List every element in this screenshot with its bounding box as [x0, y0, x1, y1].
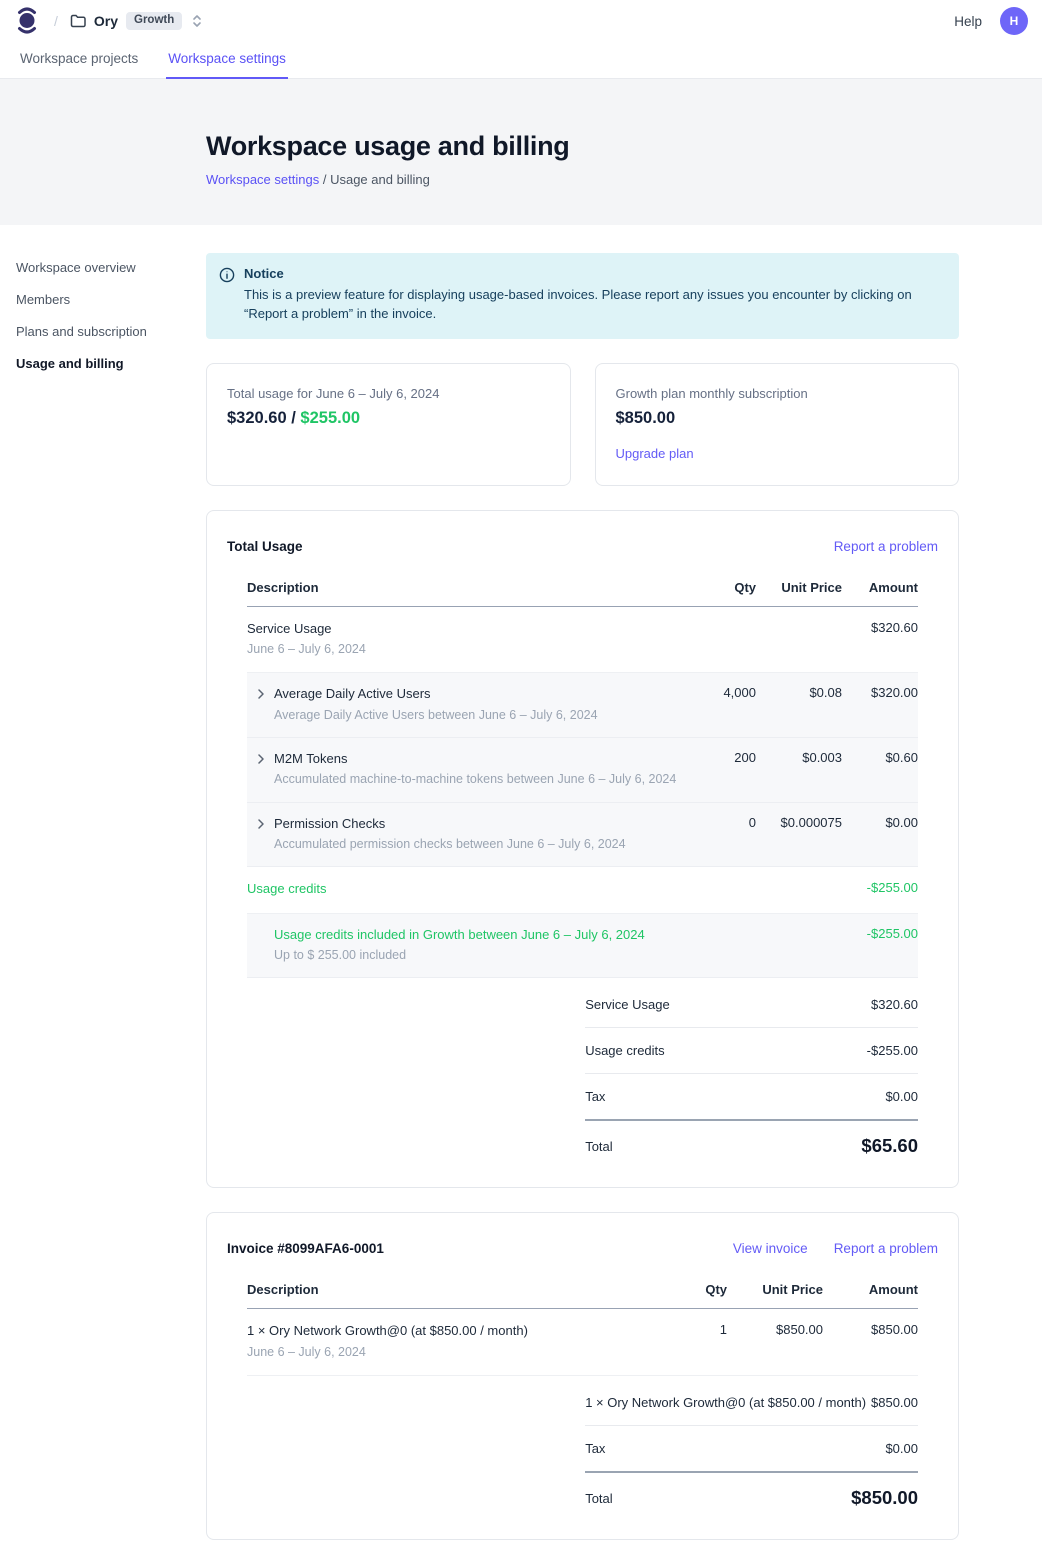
notice-body: This is a preview feature for displaying…	[244, 286, 943, 324]
invoice-panel: Invoice #8099AFA6-0001 View invoice Repo…	[206, 1212, 959, 1540]
table-row-service-usage: Service Usage June 6 – July 6, 2024 $320…	[247, 607, 918, 674]
report-problem-link[interactable]: Report a problem	[834, 1241, 938, 1256]
summary-row-usage-credits: Usage credits -$255.00	[585, 1028, 918, 1074]
summary-row-tax: Tax $0.00	[585, 1074, 918, 1121]
invoice-table-header: Description Qty Unit Price Amount	[247, 1282, 918, 1309]
breadcrumb-settings-link[interactable]: Workspace settings	[206, 172, 319, 187]
table-row-permission-checks: Permission Checks Accumulated permission…	[247, 803, 918, 868]
info-icon	[219, 266, 235, 324]
sidebar-item-workspace-overview[interactable]: Workspace overview	[16, 259, 196, 278]
expand-chevron-icon[interactable]	[247, 685, 274, 724]
subscription-value: $850.00	[616, 409, 939, 428]
sidebar-item-members[interactable]: Members	[16, 291, 196, 310]
workspace-tabs: Workspace projects Workspace settings	[0, 42, 1042, 79]
page-header: Workspace usage and billing Workspace se…	[0, 79, 1042, 225]
report-problem-link[interactable]: Report a problem	[834, 539, 938, 554]
help-link[interactable]: Help	[954, 14, 982, 29]
total-usage-card: Total usage for June 6 – July 6, 2024 $3…	[206, 363, 571, 486]
tab-workspace-settings[interactable]: Workspace settings	[166, 42, 288, 79]
sidebar-item-usage-billing[interactable]: Usage and billing	[16, 355, 196, 374]
breadcrumb-current: Usage and billing	[330, 172, 430, 187]
invoice-summary: 1 × Ory Network Growth@0 (at $850.00 / m…	[585, 1380, 918, 1513]
workspace-name: Ory	[94, 13, 118, 29]
main-content: Notice This is a preview feature for dis…	[206, 253, 959, 1540]
settings-sidenav: Workspace overview Members Plans and sub…	[0, 253, 206, 1540]
subscription-card: Growth plan monthly subscription $850.00…	[595, 363, 960, 486]
top-bar: / Ory Growth Help H	[0, 0, 1042, 42]
total-usage-panel: Total Usage Report a problem Description…	[206, 510, 959, 1189]
ory-logo-icon[interactable]	[14, 6, 40, 36]
subscription-label: Growth plan monthly subscription	[616, 386, 939, 401]
preview-notice: Notice This is a preview feature for dis…	[206, 253, 959, 339]
notice-title: Notice	[244, 266, 943, 281]
workspace-plan-badge: Growth	[126, 12, 182, 30]
upgrade-plan-link[interactable]: Upgrade plan	[616, 446, 694, 461]
summary-row-total: Total $850.00	[585, 1473, 918, 1513]
summary-row-tax: Tax $0.00	[585, 1426, 918, 1473]
chevron-updown-icon	[192, 14, 202, 28]
total-usage-label: Total usage for June 6 – July 6, 2024	[227, 386, 550, 401]
breadcrumb: Workspace settings / Usage and billing	[206, 172, 1042, 187]
summary-row-service-usage: Service Usage $320.60	[585, 982, 918, 1028]
expand-chevron-icon[interactable]	[247, 815, 274, 854]
workspace-switcher[interactable]: Ory Growth	[70, 12, 202, 30]
expand-chevron-icon[interactable]	[247, 750, 274, 789]
panel-title: Total Usage	[227, 539, 303, 554]
sidebar-item-plans-subscription[interactable]: Plans and subscription	[16, 323, 196, 342]
breadcrumb-separator: /	[323, 172, 330, 187]
invoice-line-item: 1 × Ory Network Growth@0 (at $850.00 / m…	[247, 1309, 918, 1376]
table-row-m2m-tokens: M2M Tokens Accumulated machine-to-machin…	[247, 738, 918, 803]
page-title: Workspace usage and billing	[206, 131, 1042, 162]
summary-row-plan: 1 × Ory Network Growth@0 (at $850.00 / m…	[585, 1380, 918, 1426]
view-invoice-link[interactable]: View invoice	[733, 1241, 808, 1256]
table-row-average-daily-active-users: Average Daily Active Users Average Daily…	[247, 673, 918, 738]
avatar[interactable]: H	[1000, 7, 1028, 35]
usage-table-header: Description Qty Unit Price Amount	[247, 580, 918, 607]
usage-credit-value: $255.00	[300, 409, 360, 427]
usage-summary: Service Usage $320.60 Usage credits -$25…	[585, 982, 918, 1161]
total-usage-value: $320.60 / $255.00	[227, 409, 550, 428]
tab-workspace-projects[interactable]: Workspace projects	[18, 42, 140, 79]
table-row-usage-credits: Usage credits -$255.00	[247, 867, 918, 913]
summary-row-total: Total $65.60	[585, 1121, 918, 1161]
folder-icon	[70, 14, 86, 28]
breadcrumb-separator: /	[54, 13, 58, 29]
invoice-title: Invoice #8099AFA6-0001	[227, 1241, 384, 1256]
table-row-usage-credits-detail: Usage credits included in Growth between…	[247, 914, 918, 979]
